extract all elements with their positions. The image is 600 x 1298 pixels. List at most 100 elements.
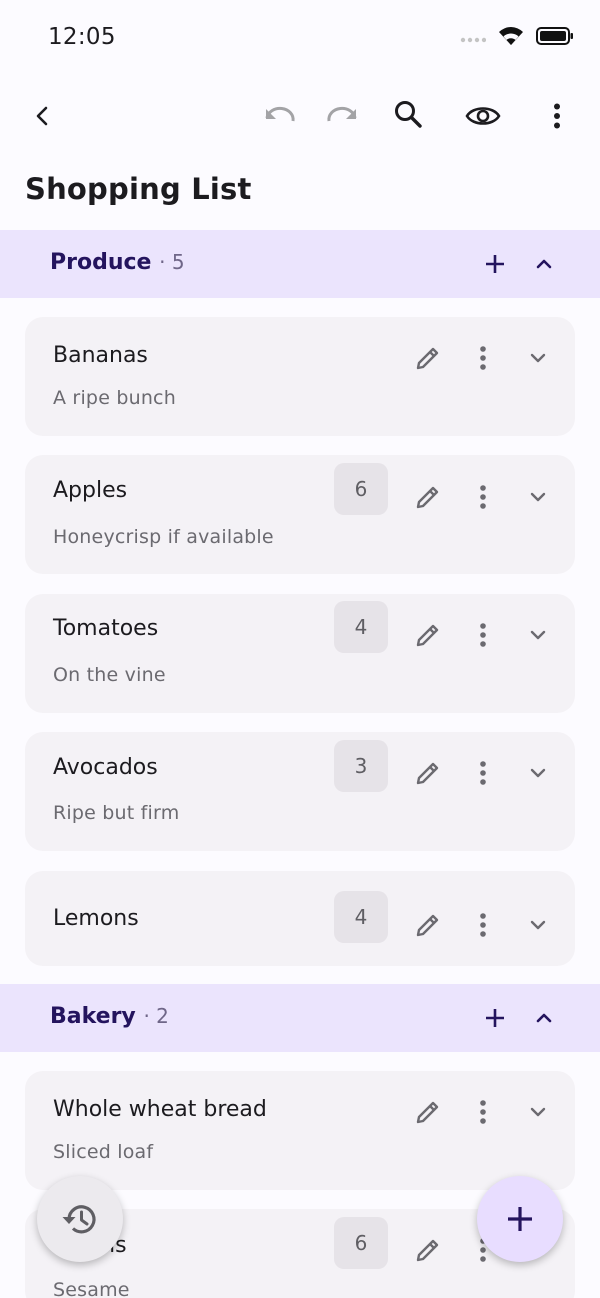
list-item[interactable]: Lemons 4 (25, 871, 575, 966)
edit-button[interactable] (411, 618, 445, 652)
pencil-icon (416, 486, 439, 509)
back-arrow-icon (36, 106, 48, 126)
item-note: A ripe bunch (53, 387, 176, 409)
history-button[interactable] (37, 1176, 123, 1262)
item-title: Apples (53, 478, 128, 503)
collapse-section-button[interactable] (518, 992, 570, 1044)
chevron-down-icon (530, 630, 546, 640)
item-note: Ripe but firm (53, 802, 180, 824)
more-vert-icon (480, 1100, 486, 1124)
cellular-signal-icon (460, 29, 487, 48)
pencil-icon (416, 1101, 439, 1124)
expand-item-button[interactable] (521, 341, 555, 375)
pencil-icon (416, 762, 439, 785)
chevron-down-icon (530, 920, 546, 930)
collapse-section-button[interactable] (518, 238, 570, 290)
search-icon (395, 101, 422, 128)
app-bar (0, 80, 600, 152)
quantity-badge[interactable]: 4 (334, 601, 388, 653)
quantity-badge[interactable]: 4 (334, 891, 388, 943)
search-button[interactable] (382, 88, 434, 140)
edit-button[interactable] (411, 341, 445, 375)
item-note: Honeycrisp if available (53, 526, 274, 548)
section-title: Bakery · 2 (50, 1004, 169, 1029)
expand-item-button[interactable] (521, 618, 555, 652)
add-item-button[interactable] (469, 238, 521, 290)
edit-button[interactable] (411, 756, 445, 790)
item-menu-button[interactable] (466, 341, 500, 375)
add-item-button[interactable] (469, 992, 521, 1044)
section-count: · 5 (159, 250, 185, 274)
section-count: · 2 (143, 1004, 169, 1028)
section-title: Produce · 5 (50, 250, 185, 275)
expand-item-button[interactable] (521, 1095, 555, 1129)
undo-button[interactable] (254, 90, 306, 142)
edit-button[interactable] (411, 1233, 445, 1267)
more-vert-icon (480, 346, 486, 370)
item-title: Avocados (53, 755, 158, 780)
wifi-icon (498, 26, 524, 50)
list-item[interactable]: Tomatoes On the vine 4 (25, 594, 575, 713)
section-name: Produce (50, 250, 152, 275)
plus-icon (508, 1207, 532, 1231)
item-menu-button[interactable] (466, 908, 500, 942)
item-menu-button[interactable] (466, 480, 500, 514)
more-vert-icon (480, 485, 486, 509)
chevron-up-icon (536, 1013, 552, 1023)
plus-icon (486, 1009, 504, 1027)
item-title: Lemons (53, 906, 139, 931)
pencil-icon (416, 1239, 439, 1262)
pencil-icon (416, 624, 439, 647)
item-title: Bananas (53, 343, 148, 368)
quantity-badge[interactable]: 6 (334, 1217, 388, 1269)
item-menu-button[interactable] (466, 1095, 500, 1129)
chevron-up-icon (536, 259, 552, 269)
overflow-menu-button[interactable] (531, 90, 583, 142)
add-item-fab[interactable] (477, 1176, 563, 1262)
chevron-down-icon (530, 353, 546, 363)
item-menu-button[interactable] (466, 618, 500, 652)
undo-icon (265, 106, 295, 122)
status-icons (460, 26, 574, 50)
status-bar: 12:05 (0, 0, 600, 78)
expand-item-button[interactable] (521, 908, 555, 942)
chevron-down-icon (530, 1107, 546, 1117)
item-title: Whole wheat bread (53, 1097, 267, 1122)
eye-icon (465, 107, 501, 125)
edit-button[interactable] (411, 908, 445, 942)
visibility-button[interactable] (457, 90, 509, 142)
chevron-down-icon (530, 492, 546, 502)
page-title: Shopping List (25, 172, 252, 206)
more-vert-icon (480, 623, 486, 647)
pencil-icon (416, 347, 439, 370)
more-vert-icon (480, 761, 486, 785)
history-icon (62, 1205, 96, 1234)
quantity-badge[interactable]: 6 (334, 463, 388, 515)
item-menu-button[interactable] (466, 756, 500, 790)
section-name: Bakery (50, 1004, 136, 1029)
more-vert-icon (480, 913, 486, 937)
edit-button[interactable] (411, 1095, 445, 1129)
pencil-icon (416, 914, 439, 937)
more-vert-icon (554, 103, 560, 129)
item-title: Tomatoes (53, 616, 159, 641)
back-button[interactable] (17, 90, 69, 142)
status-time: 12:05 (48, 24, 116, 50)
battery-icon (536, 26, 574, 50)
redo-button[interactable] (316, 90, 368, 142)
section-header-produce[interactable]: Produce · 5 (0, 230, 600, 298)
expand-item-button[interactable] (521, 756, 555, 790)
item-note: Sesame (53, 1279, 130, 1298)
list-item[interactable]: Apples Honeycrisp if available 6 (25, 455, 575, 574)
item-note: On the vine (53, 664, 166, 686)
plus-icon (486, 255, 504, 273)
list-item[interactable]: Avocados Ripe but firm 3 (25, 732, 575, 851)
redo-icon (327, 106, 357, 122)
expand-item-button[interactable] (521, 480, 555, 514)
section-header-bakery[interactable]: Bakery · 2 (0, 984, 600, 1052)
item-note: Sliced loaf (53, 1141, 154, 1163)
edit-button[interactable] (411, 480, 445, 514)
list-item[interactable]: Whole wheat bread Sliced loaf (25, 1071, 575, 1190)
quantity-badge[interactable]: 3 (334, 740, 388, 792)
list-item[interactable]: Bananas A ripe bunch (25, 317, 575, 436)
